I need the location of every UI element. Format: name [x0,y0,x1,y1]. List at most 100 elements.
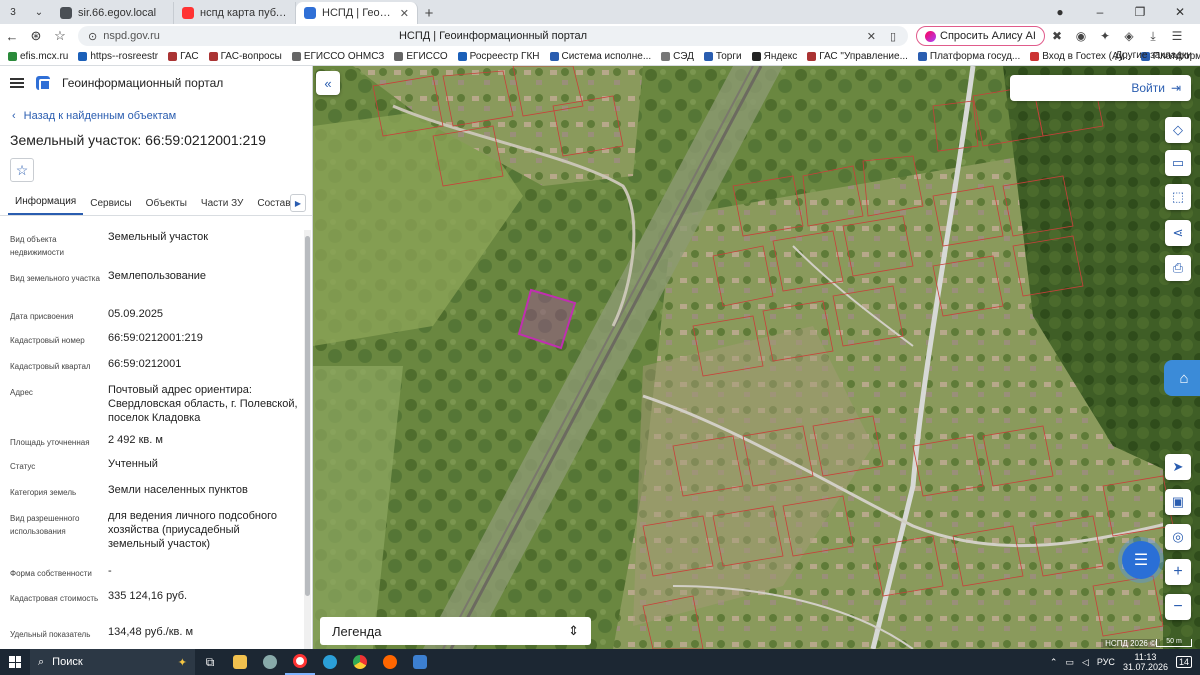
language-indicator[interactable]: РУС [1097,657,1115,667]
favorite-button[interactable]: ☆ [10,158,34,182]
system-tray: ⌃ ▭ ◁ РУС 11:13 31.07.2026 14 [1050,649,1200,675]
restore-icon[interactable]: ❐ [1120,5,1160,19]
extension-record-icon[interactable]: ◉ [1069,29,1093,43]
tab-objects[interactable]: Объекты [139,198,194,215]
browser-tab-3[interactable]: НСПД | Геоинформационный портал ✕ [296,2,418,24]
satellite-map[interactable] [313,66,1200,649]
side-panel-button[interactable]: ⌂ [1164,360,1200,396]
firefox-icon [383,655,397,669]
bookmark-favicon-icon [703,52,713,61]
zoom-in-button[interactable]: + [1165,559,1191,585]
minimize-icon[interactable]: – [1080,5,1120,19]
bookmark-item[interactable]: https--rosreestr [78,51,158,62]
alice-ai-button[interactable]: Спросить Алису AI [916,26,1045,46]
volume-icon[interactable]: ◁ [1082,657,1089,668]
property-row: Дата присвоения 05.09.2025 [10,308,164,321]
close-window-icon[interactable]: ✕ [1160,5,1200,19]
geolocation-button[interactable]: ➤ [1165,454,1191,480]
property-row: Удельный показатель 134,48 руб./кв. м [10,626,194,639]
start-button[interactable] [0,656,30,668]
collapse-panel-button[interactable]: « [316,71,340,95]
ruler-button[interactable]: ▭ [1165,150,1191,176]
bookmark-favicon-icon [751,52,761,61]
edge-icon [323,655,337,669]
legend-selector[interactable]: Легенда ⇕ [320,617,591,645]
back-arrow-icon[interactable]: ← [0,29,24,44]
properties-list: Вид объекта недвижимости Земельный участо… [0,230,303,645]
bookmark-favicon-icon [917,52,927,61]
print-button[interactable]: ⎙ [1165,255,1191,281]
site-info-icon[interactable]: ⊙ [88,30,97,43]
chevron-left-icon: ‹ [12,110,16,122]
tab-services[interactable]: Сервисы [83,198,138,215]
bookmark-item[interactable]: ЕГИССО [394,51,448,62]
scrollbar-thumb[interactable] [305,236,310,596]
bookmark-icon[interactable]: ▯ [890,30,896,43]
location-pin-button[interactable]: ◎ [1165,524,1191,550]
login-button[interactable]: Войти ⇥ [1010,75,1191,101]
layers-button[interactable]: ◇ [1165,117,1191,143]
bookmark-item[interactable]: ГАС-вопросы [208,51,282,62]
map-view[interactable]: « Войти ⇥ ◇ ▭ ⬚ ⋖ ⎙ ⌂ ➤ ▣ ◎ ☰ + − Легенд… [313,66,1200,649]
tab-counter[interactable]: 3 [2,2,24,22]
new-tab-button[interactable]: + [418,2,440,24]
notifications-badge[interactable]: 14 [1175,656,1192,668]
remote-desktop-button[interactable] [405,649,435,675]
task-view-button[interactable]: ⧉ [195,649,225,675]
browser-tab-1[interactable]: sir.66.egov.local [52,2,174,24]
tab-list-chevron-icon[interactable]: ⌄ [28,2,50,22]
firefox-button[interactable] [375,649,405,675]
extension-x-icon[interactable]: ✖ [1045,29,1069,43]
zoom-out-button[interactable]: − [1165,594,1191,620]
property-row: Вид земельного участка Землепользование [10,270,207,283]
extension-shield-icon[interactable]: ◈ [1117,29,1141,43]
file-explorer-button[interactable] [225,649,255,675]
url-field[interactable]: ⊙ nspd.gov.ru НСПД | Геоинформационный п… [78,26,908,46]
property-row: Кадастровая стоимость 335 124,16 руб. [10,590,188,603]
taskbar-search[interactable]: ⌕ Поиск ✦ [30,649,195,675]
tabs-scroll-right-icon[interactable]: ▶ [290,194,306,212]
bookmark-item[interactable]: ЕГИССО ОНМСЗ [291,51,384,62]
shield-icon[interactable]: ⊛ [24,28,48,44]
bookmark-item[interactable]: Яндекс [751,51,797,62]
bookmark-item[interactable]: Росреестр ГКН [457,51,540,62]
edge-button[interactable] [315,649,345,675]
bookmark-item[interactable]: efis.mcx.ru [8,51,68,62]
bookmark-item[interactable]: Система исполне... [549,51,651,62]
property-row: Статус Учтенный [10,458,158,471]
back-to-results-link[interactable]: ‹ Назад к найденным объектам [0,110,312,122]
property-row: Кадастровый квартал 66:59:0212001 [10,358,182,371]
translate-icon[interactable]: ✕ [867,30,876,43]
share-button[interactable]: ⋖ [1165,220,1191,246]
chat-button[interactable]: ☰ [1122,541,1160,579]
clock[interactable]: 11:13 31.07.2026 [1123,652,1168,672]
address-bar-row: ← ⊛ ☆ ⊙ nspd.gov.ru НСПД | Геоинформацио… [0,24,1200,48]
basemap-button[interactable]: ▣ [1165,489,1191,515]
bookmark-item[interactable]: ГАС [168,51,199,62]
chrome-icon [353,655,367,669]
bookmark-item[interactable]: Платформа госуд... [917,51,1020,62]
app-button-1[interactable] [255,649,285,675]
downloads-icon[interactable]: ⤓ [1141,29,1165,44]
tab-parts[interactable]: Части ЗУ [194,198,250,215]
extension-puzzle-icon[interactable]: ✦ [1093,29,1117,43]
yandex-browser-button[interactable] [285,649,315,675]
bookmark-star-icon[interactable]: ☆ [48,28,72,44]
bookmark-item[interactable]: СЭД [661,51,694,62]
close-tab-icon[interactable]: ✕ [400,7,409,20]
network-icon[interactable]: ▭ [1065,657,1074,668]
tab-information[interactable]: Информация [8,196,84,215]
panel-header: Геоинформационный портал [0,66,312,100]
menu-icon[interactable]: ☰ [1165,29,1189,43]
select-area-button[interactable]: ⬚ [1165,184,1191,210]
bookmark-item[interactable]: Торги [703,51,742,62]
other-bookmarks[interactable]: Другие закладки [1115,50,1192,61]
panel-scrollbar[interactable] [304,230,311,649]
yandex-browser-icon [293,654,307,668]
chrome-button[interactable] [345,649,375,675]
profile-icon[interactable]: ● [1040,5,1080,19]
browser-tab-2[interactable]: нспд карта публичная кадастровая [174,2,296,24]
tray-chevron-up-icon[interactable]: ⌃ [1050,657,1058,668]
bookmark-item[interactable]: ГАС "Управление... [807,51,908,62]
menu-icon[interactable] [10,78,24,88]
